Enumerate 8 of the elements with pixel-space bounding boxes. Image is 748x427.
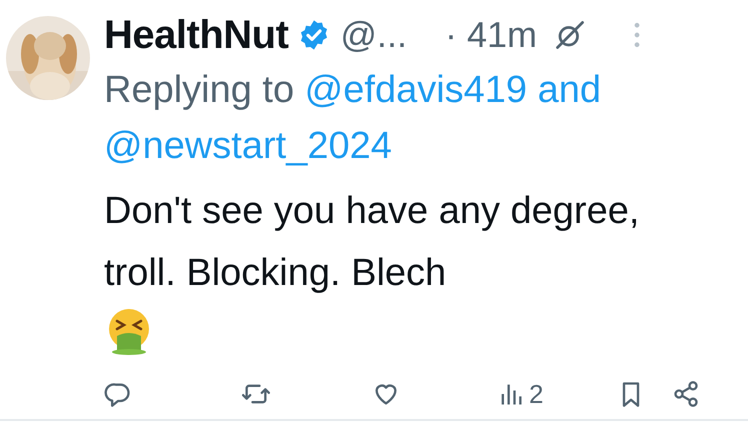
reply-context: Replying to @efdavis419 and @newstart_2024: [104, 68, 602, 169]
author-name[interactable]: HealthNut: [104, 12, 288, 58]
author-handle[interactable]: @...: [340, 14, 407, 56]
slashed-circle-icon[interactable]: [554, 20, 585, 50]
view-count: 2: [529, 378, 544, 410]
post-time[interactable]: · 41m: [444, 14, 537, 56]
share-icon[interactable]: [672, 380, 700, 408]
post-text: Don't see you have any degree, troll. Blocking. Blech: [104, 189, 640, 296]
